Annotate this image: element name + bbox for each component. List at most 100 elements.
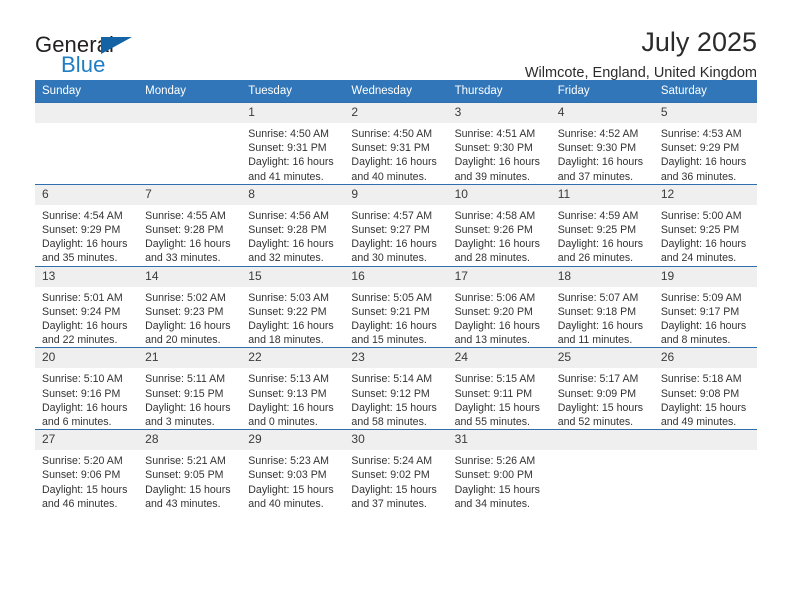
calendar-day-cell[interactable]: 27 Sunrise: 5:20 AM Sunset: 9:06 PM Dayligh… [35,429,139,512]
calendar-day-cell[interactable]: 20 Sunrise: 5:10 AM Sunset: 9:16 PM Dayligh… [35,347,139,430]
daylight-text-line2: and 52 minutes. [557,416,634,429]
calendar-day-cell[interactable]: 8 Sunrise: 4:56 AM Sunset: 9:28 PM Daylight… [241,183,345,267]
calendar-day-cell[interactable]: 28 Sunrise: 5:21 AM Sunset: 9:05 PM Dayligh… [138,429,242,512]
calendar-day-cell[interactable]: 9 Sunrise: 4:57 AM Sunset: 9:27 PM Daylight… [344,183,448,267]
day-details: Sunrise: 5:13 AM Sunset: 9:13 PM Daylight:… [241,368,344,429]
day-details: Sunrise: 5:07 AM Sunset: 9:18 PM Daylight:… [551,287,654,348]
sunset-text: Sunset: 9:17 PM [660,305,740,318]
sunset-text: Sunset: 9:25 PM [660,224,740,237]
sunset-text: Sunset: 9:00 PM [454,469,533,482]
day-details: Sunrise: 4:50 AM Sunset: 9:31 PM Daylight:… [241,123,344,184]
sunset-text: Sunset: 9:21 PM [351,305,430,318]
daylight-text-line2: and 11 minutes. [557,334,633,347]
day-details: Sunrise: 5:06 AM Sunset: 9:20 PM Daylight:… [448,287,551,348]
daylight-text-line1: Daylight: 16 hours [145,238,231,251]
sunrise-text: Sunrise: 5:24 AM [351,455,433,468]
sunrise-text: Sunrise: 5:00 AM [660,209,742,222]
daylight-text-line2: and 32 minutes. [248,252,324,265]
sunrise-text: Sunrise: 5:05 AM [351,291,433,304]
calendar-day-cell[interactable]: 4 Sunrise: 4:52 AM Sunset: 9:30 PM Daylight… [550,102,654,185]
day-details: Sunrise: 5:03 AM Sunset: 9:22 PM Daylight:… [241,287,344,348]
day-number: 26 [653,348,757,369]
day-number: 24 [447,348,551,369]
sunset-text: Sunset: 9:30 PM [557,142,637,155]
daylight-text-line1: Daylight: 15 hours [454,401,540,414]
calendar-day-cell[interactable]: 21 Sunrise: 5:11 AM Sunset: 9:15 PM Dayligh… [138,347,242,430]
day-number [138,103,242,123]
calendar-day-cell[interactable]: 5 Sunrise: 4:53 AM Sunset: 9:29 PM Daylight… [653,102,757,185]
day-details: Sunrise: 4:54 AM Sunset: 9:29 PM Daylight:… [35,205,138,266]
calendar-day-cell[interactable]: 7 Sunrise: 4:55 AM Sunset: 9:28 PM Daylight… [138,183,242,267]
calendar-day-cell[interactable]: 14 Sunrise: 5:02 AM Sunset: 9:23 PM Dayligh… [138,265,242,348]
daylight-text-line2: and 55 minutes. [454,416,530,429]
sunrise-text: Sunrise: 5:02 AM [145,291,226,304]
calendar-day-cell[interactable]: 19 Sunrise: 5:09 AM Sunset: 9:17 PM Dayligh… [653,265,757,348]
sunset-text: Sunset: 9:05 PM [145,469,224,482]
daylight-text-line1: Daylight: 16 hours [454,156,540,169]
day-details: Sunrise: 5:09 AM Sunset: 9:17 PM Daylight:… [654,287,757,348]
daylight-text-line2: and 41 minutes. [248,170,324,183]
day-number: 1 [241,103,345,123]
sunset-text: Sunset: 9:06 PM [42,469,121,482]
calendar-day-cell[interactable]: 6 Sunrise: 4:54 AM Sunset: 9:29 PM Daylight… [35,183,139,267]
calendar-day-cell[interactable]: 18 Sunrise: 5:07 AM Sunset: 9:18 PM Dayligh… [550,265,654,348]
sunset-text: Sunset: 9:29 PM [660,142,740,155]
calendar-day-cell[interactable]: 13 Sunrise: 5:01 AM Sunset: 9:24 PM Dayligh… [35,265,139,348]
calendar-day-cell[interactable]: 30 Sunrise: 5:24 AM Sunset: 9:02 PM Dayligh… [344,429,448,512]
page-header: General Blue July 2025 Wilmcote, England… [35,0,757,82]
calendar-day-cell[interactable]: 2 Sunrise: 4:50 AM Sunset: 9:31 PM Daylight… [344,102,448,185]
calendar-day-cell-empty [550,429,654,512]
calendar-day-cell[interactable]: 15 Sunrise: 5:03 AM Sunset: 9:22 PM Dayligh… [241,265,345,348]
sunrise-text: Sunrise: 4:55 AM [145,209,226,222]
daylight-text-line1: Daylight: 15 hours [248,483,334,496]
sunrise-text: Sunrise: 5:07 AM [557,291,639,304]
sunset-text: Sunset: 9:24 PM [42,305,121,318]
calendar-day-cell-empty [35,102,139,185]
column-header-friday: Friday [550,80,654,103]
calendar-week-row: 20 Sunrise: 5:10 AM Sunset: 9:16 PM Dayligh… [35,347,757,430]
calendar-day-cell[interactable]: 22 Sunrise: 5:13 AM Sunset: 9:13 PM Dayligh… [241,347,345,430]
day-details: Sunrise: 4:58 AM Sunset: 9:26 PM Daylight:… [448,205,551,266]
sunset-text: Sunset: 9:22 PM [248,305,327,318]
calendar-day-cell[interactable]: 26 Sunrise: 5:18 AM Sunset: 9:08 PM Dayligh… [653,347,757,430]
day-number: 15 [241,266,345,287]
day-details: Sunrise: 5:26 AM Sunset: 9:00 PM Daylight:… [448,450,551,511]
daylight-text-line1: Daylight: 15 hours [454,483,540,496]
day-number: 2 [344,103,448,123]
day-number: 25 [550,348,654,369]
sunset-text: Sunset: 9:08 PM [660,387,740,400]
calendar-day-cell[interactable]: 24 Sunrise: 5:15 AM Sunset: 9:11 PM Dayligh… [447,347,551,430]
day-number: 13 [35,266,139,287]
calendar-day-cell[interactable]: 17 Sunrise: 5:06 AM Sunset: 9:20 PM Dayligh… [447,265,551,348]
day-details: Sunrise: 5:14 AM Sunset: 9:12 PM Daylight:… [344,368,447,429]
sunset-text: Sunset: 9:31 PM [351,142,430,155]
day-number: 23 [344,348,448,369]
calendar-day-cell[interactable]: 25 Sunrise: 5:17 AM Sunset: 9:09 PM Dayligh… [550,347,654,430]
calendar-day-cell[interactable]: 11 Sunrise: 4:59 AM Sunset: 9:25 PM Dayligh… [550,183,654,267]
day-number: 3 [447,103,551,123]
day-details: Sunrise: 4:56 AM Sunset: 9:28 PM Daylight:… [241,205,344,266]
sunrise-text: Sunrise: 4:50 AM [248,128,329,140]
calendar-day-cell[interactable]: 10 Sunrise: 4:58 AM Sunset: 9:26 PM Dayligh… [447,183,551,267]
daylight-text-line1: Daylight: 16 hours [42,401,128,414]
daylight-text-line2: and 34 minutes. [454,497,530,510]
sunrise-text: Sunrise: 5:10 AM [42,373,123,386]
calendar-day-cell[interactable]: 1 Sunrise: 4:50 AM Sunset: 9:31 PM Daylight… [241,102,345,185]
daylight-text-line2: and 18 minutes. [248,334,324,347]
general-blue-logo[interactable]: General Blue [35,28,155,80]
calendar-day-cell[interactable]: 31 Sunrise: 5:26 AM Sunset: 9:00 PM Dayligh… [447,429,551,512]
daylight-text-line2: and 26 minutes. [557,252,634,265]
calendar-day-cell[interactable]: 12 Sunrise: 5:00 AM Sunset: 9:25 PM Dayligh… [653,183,757,267]
day-details: Sunrise: 5:00 AM Sunset: 9:25 PM Daylight:… [654,205,757,266]
daylight-text-line2: and 39 minutes. [454,170,530,183]
column-header-saturday: Saturday [653,80,757,103]
day-details: Sunrise: 5:05 AM Sunset: 9:21 PM Daylight:… [344,287,447,348]
calendar-day-cell[interactable]: 29 Sunrise: 5:23 AM Sunset: 9:03 PM Dayligh… [241,429,345,512]
calendar-day-cell-empty [138,102,242,185]
calendar-day-cell[interactable]: 16 Sunrise: 5:05 AM Sunset: 9:21 PM Dayligh… [344,265,448,348]
calendar-day-cell[interactable]: 3 Sunrise: 4:51 AM Sunset: 9:30 PM Daylight… [447,102,551,185]
daylight-text-line2: and 15 minutes. [351,334,427,347]
calendar-day-cell[interactable]: 23 Sunrise: 5:14 AM Sunset: 9:12 PM Dayligh… [344,347,448,430]
day-details: Sunrise: 4:57 AM Sunset: 9:27 PM Daylight:… [344,205,447,266]
day-details: Sunrise: 5:20 AM Sunset: 9:06 PM Daylight:… [35,450,138,511]
